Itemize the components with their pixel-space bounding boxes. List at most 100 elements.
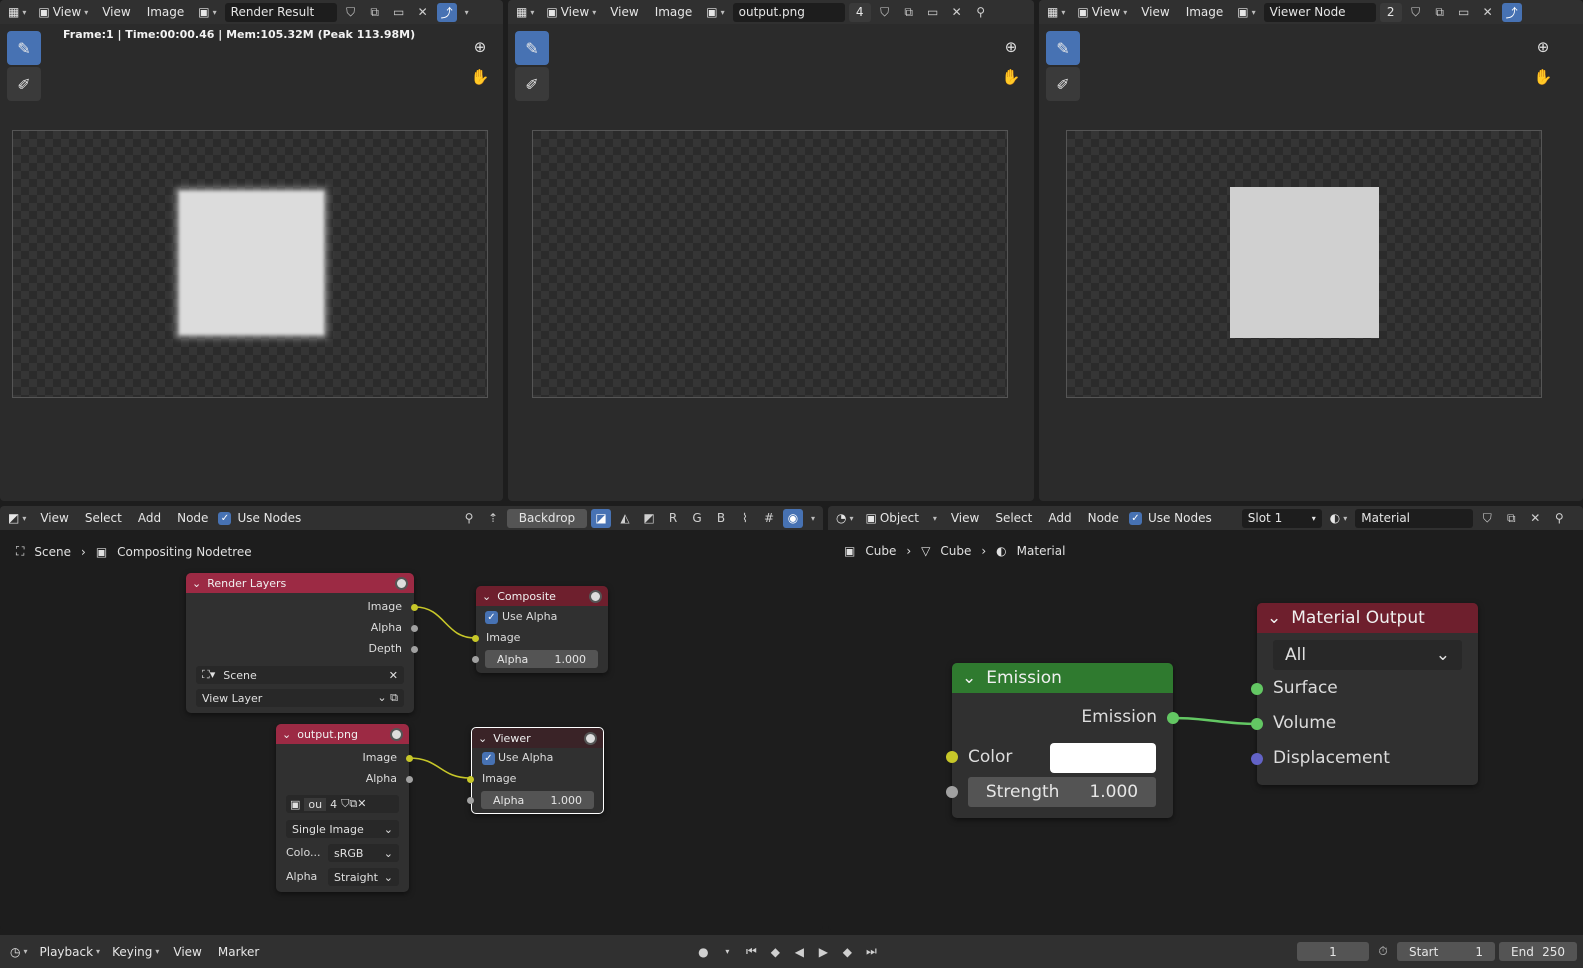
editor-type-menu[interactable]: ◔ ▾ <box>832 509 858 527</box>
menu-view[interactable]: View <box>34 509 74 527</box>
image-node-output-png[interactable]: ⌄ output.png Image Alpha ▣ ou 4 ⛉⧉✕ Single I… <box>276 724 413 892</box>
editor-type-menu[interactable]: ◷ ▾ <box>6 943 32 961</box>
input-alpha-socket[interactable] <box>467 797 474 804</box>
current-frame-field[interactable]: 1 <box>1297 942 1369 961</box>
node-header[interactable]: ⌄ output.png <box>276 724 409 744</box>
collapse-chevron-icon[interactable]: ⌄ <box>282 728 291 741</box>
node-header[interactable]: ⌄ Composite <box>476 586 608 606</box>
alpha-mode-dropdown[interactable]: Straight ⌄ <box>328 868 399 886</box>
menu-view[interactable]: View <box>167 943 207 961</box>
output-depth-socket[interactable] <box>411 646 418 653</box>
menu-image[interactable]: Image <box>1180 3 1230 21</box>
start-frame-field[interactable]: Start 1 <box>1397 942 1495 961</box>
input-surface-socket[interactable] <box>1251 683 1263 695</box>
zoom-icon[interactable]: ⊕ <box>468 35 492 59</box>
material-name-field[interactable]: Material <box>1355 508 1474 528</box>
emission-node[interactable]: ⌄ Emission Emission Color Strength 1.000 <box>946 663 1179 818</box>
image-name-field[interactable]: Viewer Node <box>1263 2 1376 22</box>
editor-type-menu[interactable]: ▦ ▾ <box>4 3 30 21</box>
image-canvas[interactable] <box>532 130 1008 398</box>
close-icon[interactable]: ✕ <box>1478 3 1498 22</box>
scene-selector[interactable]: ⛶▾ Scene ✕ <box>196 666 404 684</box>
backdrop-rgb-icon[interactable]: ◭ <box>615 509 635 528</box>
view-mode-dropdown[interactable]: ▣ View ▾ <box>34 3 92 21</box>
input-alpha-socket[interactable] <box>472 656 479 663</box>
pan-hand-icon[interactable]: ✋ <box>999 65 1023 89</box>
material-slot-dropdown[interactable]: Slot 1 ▾ <box>1241 508 1322 528</box>
pan-hand-icon[interactable]: ✋ <box>1531 65 1555 89</box>
snap-grid-icon[interactable]: # <box>759 509 779 528</box>
collapse-chevron-icon[interactable]: ⌄ <box>1267 608 1281 628</box>
annotate-tool-button[interactable]: ✐ <box>515 67 549 101</box>
gizmo-toggle-icon[interactable]: ⤴ <box>1501 2 1522 22</box>
image-canvas[interactable] <box>1066 130 1542 398</box>
editor-type-menu[interactable]: ▦ ▾ <box>1043 3 1069 21</box>
image-browse-button[interactable]: ▣ ▾ <box>702 3 728 21</box>
backdrop-alpha-icon[interactable]: ◩ <box>639 509 659 528</box>
menu-image[interactable]: Image <box>649 3 699 21</box>
menu-add[interactable]: Add <box>1042 509 1077 527</box>
node-header[interactable]: ⌄ Emission <box>952 663 1173 693</box>
editor-type-menu[interactable]: ▦ ▾ <box>512 3 538 21</box>
image-name-field[interactable]: output.png <box>732 2 845 22</box>
menu-select[interactable]: Select <box>989 509 1038 527</box>
backdrop-rgb-alpha-icon[interactable]: ◪ <box>590 508 611 528</box>
prev-keyframe-icon[interactable]: ◆ <box>765 942 785 961</box>
sample-tool-button[interactable]: ✎ <box>1046 31 1080 65</box>
annotate-tool-button[interactable]: ✐ <box>1046 67 1080 101</box>
output-alpha-socket[interactable] <box>411 625 418 632</box>
target-dropdown[interactable]: All ⌄ <box>1273 640 1462 670</box>
composite-node[interactable]: ⌄ Composite ✓ Use Alpha Image Alpha 1.000 <box>472 586 608 673</box>
zoom-icon[interactable]: ⊕ <box>999 35 1023 59</box>
duplicate-material-icon[interactable]: ⧉ <box>1501 509 1521 528</box>
open-folder-icon[interactable]: ▭ <box>923 3 943 22</box>
pan-hand-icon[interactable]: ✋ <box>468 65 492 89</box>
gizmo-dropdown[interactable]: ▾ <box>461 6 473 19</box>
image-actions-icon[interactable]: ⛉⧉✕ <box>341 797 366 811</box>
view-mode-dropdown[interactable]: ▣ View ▾ <box>1073 3 1131 21</box>
material-output-node[interactable]: ⌄ Material Output All ⌄ Surface Volume Dis… <box>1251 603 1478 785</box>
node-header[interactable]: ⌄ Render Layers <box>186 573 414 593</box>
new-image-icon[interactable]: ⧉ <box>899 3 919 22</box>
output-image-socket[interactable] <box>411 604 418 611</box>
image-name-field[interactable]: Render Result <box>224 2 337 22</box>
material-browse-button[interactable]: ◐ ▾ <box>1326 509 1352 527</box>
overlay-icon[interactable]: ◉ <box>782 508 803 528</box>
channel-red-button[interactable]: R <box>663 509 683 528</box>
shader-type-dropdown[interactable]: ▣ Object ▾ <box>862 509 941 527</box>
menu-view[interactable]: View <box>604 3 644 21</box>
record-dropdown-icon[interactable]: ▾ <box>717 942 737 961</box>
end-frame-field[interactable]: End 250 <box>1499 942 1577 961</box>
output-emission-socket[interactable] <box>1167 712 1179 724</box>
image-browse-button[interactable]: ▣ ▾ <box>1233 3 1259 21</box>
play-reverse-icon[interactable]: ◀ <box>789 942 809 961</box>
alpha-field[interactable]: Alpha 1.000 <box>481 791 594 809</box>
gizmo-toggle-icon[interactable]: ⤴ <box>436 2 457 22</box>
open-folder-icon[interactable]: ▭ <box>389 3 409 22</box>
alpha-field[interactable]: Alpha 1.000 <box>485 650 598 668</box>
menu-add[interactable]: Add <box>132 509 167 527</box>
node-header[interactable]: ⌄ Material Output <box>1257 603 1478 633</box>
sample-tool-button[interactable]: ✎ <box>7 31 41 65</box>
play-icon[interactable]: ▶ <box>813 942 833 961</box>
backdrop-toggle[interactable]: Backdrop <box>506 508 587 528</box>
clear-icon[interactable]: ✕ <box>389 669 398 682</box>
playback-menu[interactable]: Playback ▾ <box>36 943 105 961</box>
render-layers-node[interactable]: ⌄ Render Layers Image Alpha Depth ⛶▾ Scene… <box>186 573 418 713</box>
snap-icon[interactable]: ⌇ <box>735 509 755 528</box>
strength-field[interactable]: Strength 1.000 <box>968 777 1156 807</box>
menu-marker[interactable]: Marker <box>212 943 265 961</box>
input-volume-socket[interactable] <box>1251 718 1263 730</box>
channel-blue-button[interactable]: B <box>711 509 731 528</box>
annotate-tool-button[interactable]: ✐ <box>7 67 41 101</box>
color-space-dropdown[interactable]: sRGB ⌄ <box>328 844 399 862</box>
input-strength-socket[interactable] <box>946 786 958 798</box>
keying-menu[interactable]: Keying ▾ <box>108 943 163 961</box>
image-canvas[interactable] <box>12 130 488 398</box>
parent-node-tree-icon[interactable]: ⇡ <box>483 509 503 528</box>
new-image-icon[interactable]: ⧉ <box>365 3 385 22</box>
collapse-chevron-icon[interactable]: ⌄ <box>478 732 487 745</box>
zoom-icon[interactable]: ⊕ <box>1531 35 1555 59</box>
input-color-socket[interactable] <box>946 751 958 763</box>
sample-tool-button[interactable]: ✎ <box>515 31 549 65</box>
